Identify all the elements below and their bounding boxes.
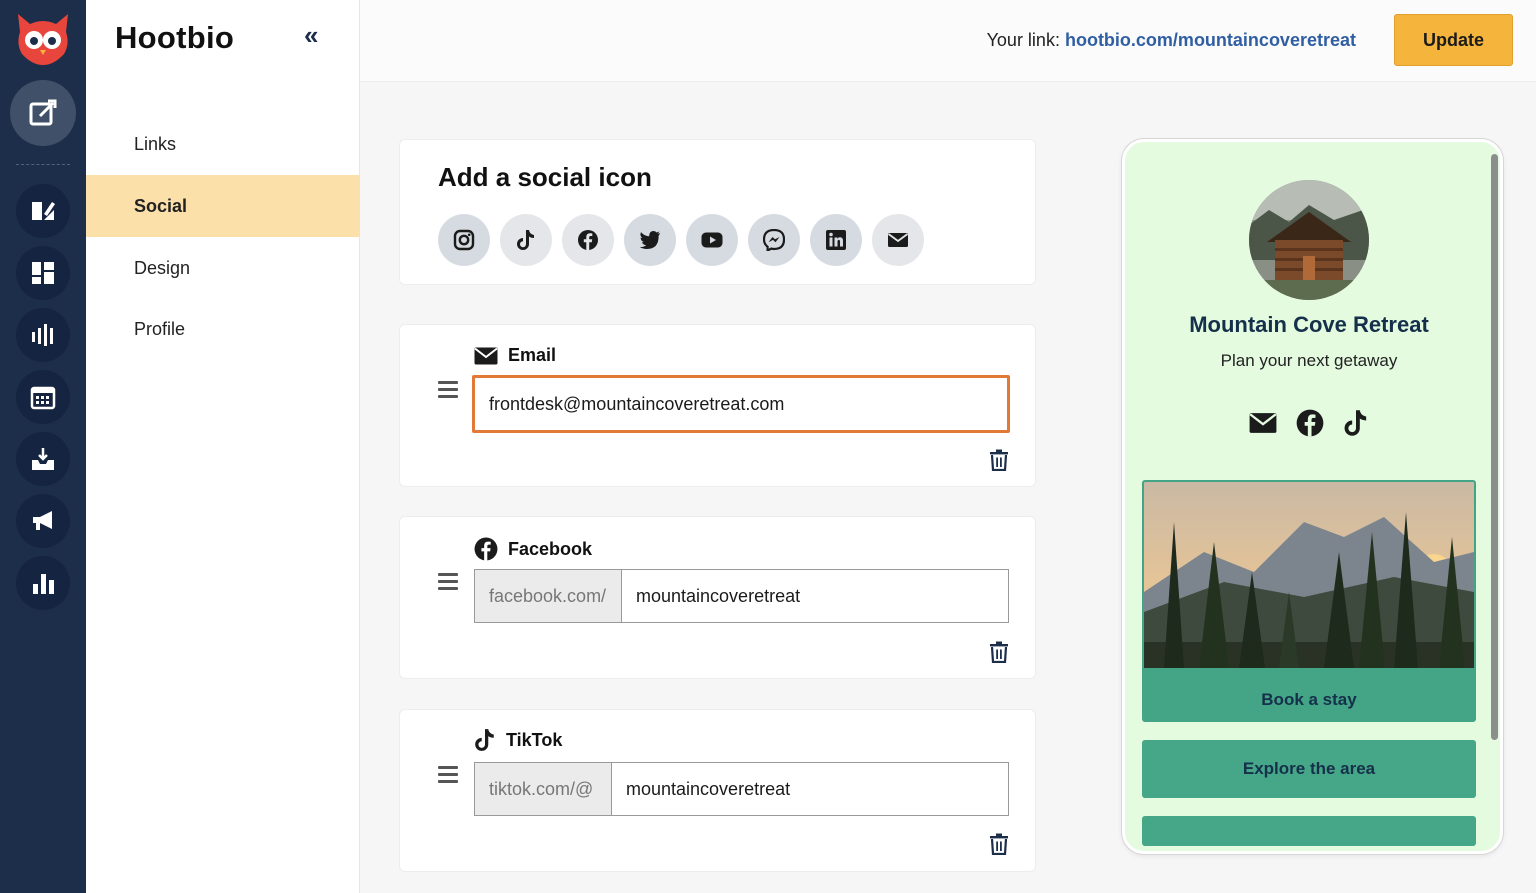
drag-handle-icon[interactable] xyxy=(438,381,458,398)
link-card-image xyxy=(1144,482,1474,668)
delete-email-icon[interactable] xyxy=(989,449,1009,471)
drag-handle-icon[interactable] xyxy=(438,766,458,783)
inbox-icon[interactable] xyxy=(16,432,70,486)
profile-link[interactable]: hootbio.com/mountaincoveretreat xyxy=(1065,30,1356,50)
twitter-icon[interactable] xyxy=(624,214,676,266)
email-entry-card: Email frontdesk@mountaincoveretreat.com xyxy=(399,324,1036,487)
facebook-prefix: facebook.com/ xyxy=(475,570,622,622)
add-social-title: Add a social icon xyxy=(438,162,652,192)
analytics-icon[interactable] xyxy=(16,556,70,610)
collapse-sidebar-button[interactable]: « xyxy=(304,22,318,48)
email-icon[interactable] xyxy=(1249,412,1277,434)
email-field[interactable]: frontdesk@mountaincoveretreat.com xyxy=(472,375,1010,433)
top-bar: Your link: hootbio.com/mountaincoveretre… xyxy=(360,0,1536,82)
preview-social-icons xyxy=(1249,408,1369,438)
drag-handle-icon[interactable] xyxy=(438,573,458,590)
update-button[interactable]: Update xyxy=(1394,14,1513,66)
facebook-icon[interactable] xyxy=(562,214,614,266)
facebook-label: Facebook xyxy=(474,537,592,561)
facebook-icon xyxy=(474,537,498,561)
your-link: Your link: hootbio.com/mountaincoveretre… xyxy=(987,30,1356,51)
tiktok-icon xyxy=(475,729,494,751)
owl-logo-icon[interactable] xyxy=(14,10,72,66)
facebook-entry-card: Facebook facebook.com/ mountaincoveretre… xyxy=(399,516,1036,679)
messenger-icon[interactable] xyxy=(748,214,800,266)
tiktok-icon[interactable] xyxy=(500,214,552,266)
compose-icon[interactable] xyxy=(10,80,76,146)
your-link-label: Your link: xyxy=(986,30,1065,50)
brand-title: Hootbio xyxy=(115,20,235,55)
instagram-icon[interactable] xyxy=(438,214,490,266)
email-icon[interactable] xyxy=(872,214,924,266)
tiktok-label-text: TikTok xyxy=(506,729,563,750)
profile-avatar xyxy=(1249,180,1369,300)
planner-icon[interactable] xyxy=(16,184,70,238)
linkedin-icon[interactable] xyxy=(810,214,862,266)
preview-profile-name: Mountain Cove Retreat xyxy=(1189,312,1429,337)
calendar-icon[interactable] xyxy=(16,370,70,424)
preview-link-button-partial[interactable] xyxy=(1142,816,1476,846)
streams-icon[interactable] xyxy=(16,308,70,362)
tiktok-value[interactable]: mountaincoveretreat xyxy=(612,763,790,815)
preview-link-button[interactable]: Explore the area xyxy=(1142,740,1476,798)
nav-item-links[interactable]: Links xyxy=(86,113,360,175)
phone-preview: Mountain Cove Retreat Plan your next get… xyxy=(1122,139,1503,854)
nav-item-design[interactable]: Design xyxy=(86,237,360,299)
rail-divider xyxy=(16,164,70,165)
icon-rail xyxy=(0,0,86,893)
nav-item-social[interactable]: Social xyxy=(86,175,360,237)
facebook-icon[interactable] xyxy=(1296,409,1324,437)
delete-tiktok-icon[interactable] xyxy=(989,833,1009,855)
facebook-field[interactable]: facebook.com/ mountaincoveretreat xyxy=(474,569,1009,623)
email-label-text: Email xyxy=(508,345,557,365)
tiktok-prefix: tiktok.com/@ xyxy=(475,763,612,815)
nav-item-profile[interactable]: Profile xyxy=(86,298,360,360)
link-card-label: Book a stay xyxy=(1261,690,1357,709)
tiktok-field[interactable]: tiktok.com/@ mountaincoveretreat xyxy=(474,762,1009,816)
preview-tagline: Plan your next getaway xyxy=(1220,351,1398,370)
tiktok-icon[interactable] xyxy=(1343,409,1369,437)
section-sidebar: Hootbio « Links Social Design Profile xyxy=(86,0,360,893)
megaphone-icon[interactable] xyxy=(16,494,70,548)
delete-facebook-icon[interactable] xyxy=(989,641,1009,663)
youtube-icon[interactable] xyxy=(686,214,738,266)
email-icon xyxy=(474,347,498,364)
facebook-label-text: Facebook xyxy=(508,538,593,559)
preview-scrollbar[interactable] xyxy=(1491,154,1498,740)
facebook-value[interactable]: mountaincoveretreat xyxy=(622,570,800,622)
add-social-card: Add a social icon xyxy=(399,139,1036,285)
tiktok-entry-card: TikTok tiktok.com/@ mountaincoveretreat xyxy=(399,709,1036,872)
email-label: Email xyxy=(474,345,556,366)
preview-link-card[interactable]: Book a stay xyxy=(1142,480,1476,722)
dashboard-icon[interactable] xyxy=(16,246,70,300)
tiktok-label: TikTok xyxy=(474,728,562,752)
